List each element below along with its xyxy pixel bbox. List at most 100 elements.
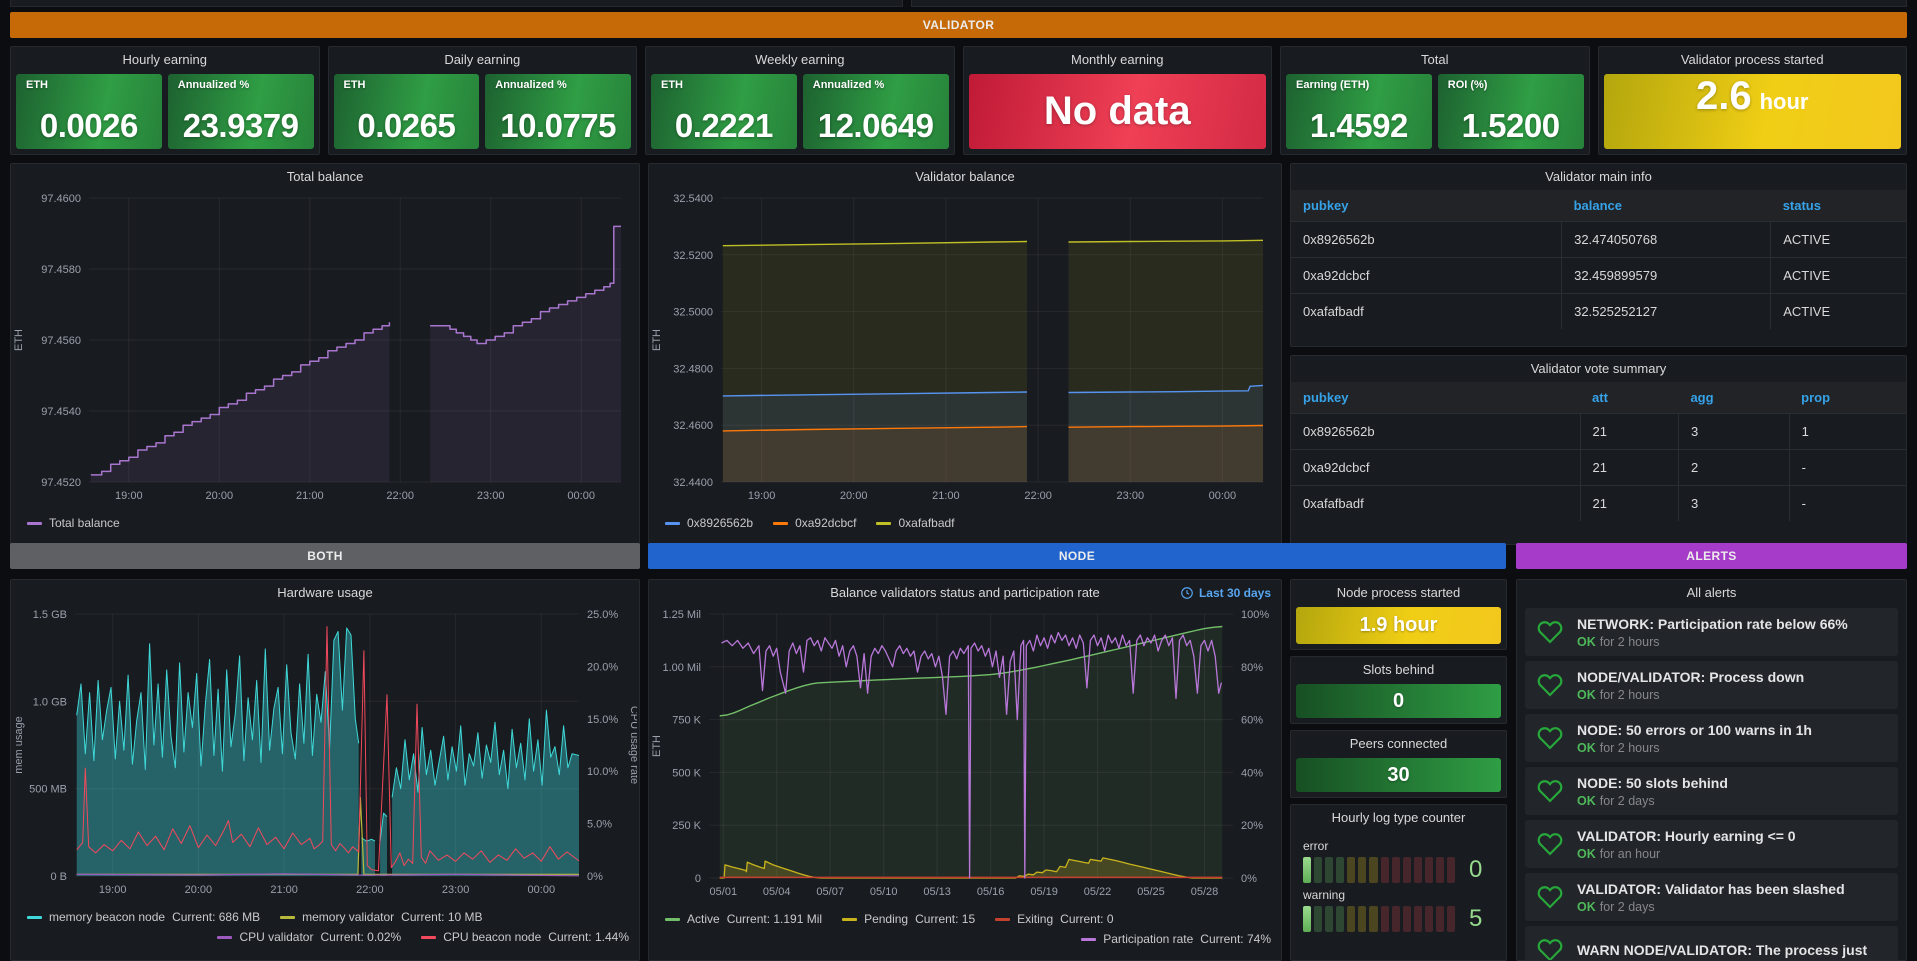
alert-item[interactable]: VALIDATOR: Hourly earning <= 0OKfor an h… [1525, 820, 1898, 868]
alert-item[interactable]: NODE/VALIDATOR: Process downOKfor 2 hour… [1525, 661, 1898, 709]
svg-text:20.0%: 20.0% [587, 661, 618, 673]
row-header-both[interactable]: BOTH [10, 543, 640, 569]
svg-text:0: 0 [695, 873, 701, 885]
gauge-cell [1436, 906, 1444, 932]
svg-text:97.4520: 97.4520 [41, 477, 81, 489]
alert-status: OKfor 2 hours [1577, 688, 1804, 702]
svg-text:250 K: 250 K [672, 820, 701, 832]
alert-item[interactable]: NODE: 50 errors or 100 warns in 1hOKfor … [1525, 714, 1898, 762]
stat-validator-process: 2.6 hour [1604, 74, 1902, 149]
cell: 0x8926562b [1291, 414, 1580, 450]
legend-item[interactable]: 0x8926562b [665, 516, 753, 530]
total-balance-chart[interactable]: 19:0020:0021:0022:0023:0000:0097.452097.… [11, 190, 637, 508]
panel-title-hourly-log-counter[interactable]: Hourly log type counter [1291, 805, 1506, 831]
column-header-pubkey[interactable]: pubkey [1291, 190, 1562, 222]
alerts-list: NETWORK: Participation rate below 66%OKf… [1517, 606, 1906, 961]
svg-text:32.4600: 32.4600 [673, 420, 713, 432]
column-header-balance[interactable]: balance [1562, 190, 1771, 222]
svg-text:05/04: 05/04 [763, 886, 791, 898]
panel-title-peers-connected[interactable]: Peers connected [1291, 731, 1506, 757]
legend-item[interactable]: memory beacon nodeCurrent: 686 MB [27, 910, 260, 924]
balance-validators-chart[interactable]: 05/0105/0405/0705/1005/1305/1605/1905/22… [649, 606, 1279, 904]
panel-title-hourly-earning[interactable]: Hourly earning [11, 47, 319, 73]
svg-text:32.4800: 32.4800 [673, 363, 713, 375]
gauge-cell [1314, 906, 1322, 932]
row-header-node[interactable]: NODE [648, 543, 1506, 569]
legend-item[interactable]: ActiveCurrent: 1.191 Mil [665, 912, 822, 926]
table-row: 0x8926562b2131 [1291, 414, 1906, 450]
panel-title-monthly-earning[interactable]: Monthly earning [964, 47, 1272, 73]
gauge-cell [1414, 906, 1422, 932]
panel-title-hardware-usage[interactable]: Hardware usage [11, 580, 639, 606]
panel-title-validator-main-info[interactable]: Validator main info [1291, 164, 1906, 190]
legend-item[interactable]: 0xa92dcbcf [773, 516, 856, 530]
svg-text:ETH: ETH [651, 735, 663, 757]
panel-title-validator-process-started[interactable]: Validator process started [1599, 47, 1907, 73]
legend-swatch [280, 916, 295, 919]
svg-text:32.5000: 32.5000 [673, 307, 713, 319]
panel-title-total-balance[interactable]: Total balance [11, 164, 639, 190]
legend-item[interactable]: Participation rateCurrent: 74% [1081, 932, 1271, 946]
hardware-usage-chart[interactable]: 19:0020:0021:0022:0023:0000:000 B500 MB1… [11, 606, 637, 902]
validator-vote-summary-table: pubkeyattaggprop0x8926562b21310xa92dcbcf… [1291, 382, 1906, 521]
row-header-validator[interactable]: VALIDATOR [10, 12, 1907, 38]
stat-total-roi: ROI (%) 1.5200 [1438, 74, 1584, 149]
panel-hourly-earning: Hourly earning ETH 0.0026 Annualized % 2… [10, 46, 320, 155]
alert-item[interactable]: NODE: 50 slots behindOKfor 2 days [1525, 767, 1898, 815]
heart-icon [1537, 937, 1563, 961]
alert-item[interactable]: NETWORK: Participation rate below 66%OKf… [1525, 608, 1898, 656]
panel-title-weekly-earning[interactable]: Weekly earning [646, 47, 954, 73]
column-header-status[interactable]: status [1771, 190, 1906, 222]
heart-icon [1537, 831, 1563, 857]
panel-slots-behind: Slots behind 0 [1290, 656, 1507, 724]
cell: - [1789, 486, 1906, 522]
cell: 2 [1678, 450, 1789, 486]
panel-title-balance-validators[interactable]: Balance validators status and participat… [830, 585, 1100, 600]
panel-title-validator-balance[interactable]: Validator balance [649, 164, 1281, 190]
row-header-alerts[interactable]: ALERTS [1516, 543, 1907, 569]
panel-title-validator-vote-summary[interactable]: Validator vote summary [1291, 356, 1906, 382]
validator-balance-chart[interactable]: 19:0020:0021:0022:0023:0000:0032.440032.… [649, 190, 1279, 508]
panel-title-total[interactable]: Total [1281, 47, 1589, 73]
peers-connected-value: 30 [1296, 758, 1501, 792]
alert-name: WARN NODE/VALIDATOR: The process just [1577, 942, 1867, 958]
alert-status: OKfor 2 hours [1577, 635, 1848, 649]
alert-item[interactable]: WARN NODE/VALIDATOR: The process just [1525, 926, 1898, 961]
heart-icon [1537, 884, 1563, 910]
column-header-pubkey[interactable]: pubkey [1291, 382, 1580, 414]
svg-text:40%: 40% [1241, 767, 1263, 779]
legend-item[interactable]: Total balance [27, 516, 120, 530]
legend-swatch [1081, 938, 1096, 941]
dashboard: VALIDATOR Hourly earning ETH 0.0026 Annu… [0, 0, 1917, 961]
legend-item[interactable]: CPU validatorCurrent: 0.02% [217, 930, 401, 944]
svg-text:19:00: 19:00 [99, 884, 127, 896]
panel-monthly-earning: Monthly earning No data [963, 46, 1273, 155]
panel-title-node-process-started[interactable]: Node process started [1291, 580, 1506, 606]
panel-title-all-alerts[interactable]: All alerts [1517, 580, 1906, 606]
column-header-att[interactable]: att [1580, 382, 1678, 414]
column-header-agg[interactable]: agg [1678, 382, 1789, 414]
svg-text:05/07: 05/07 [816, 886, 844, 898]
panel-title-slots-behind[interactable]: Slots behind [1291, 657, 1506, 683]
time-range-link[interactable]: Last 30 days [1180, 580, 1271, 606]
svg-text:500 MB: 500 MB [29, 784, 67, 796]
legend-item[interactable]: ExitingCurrent: 0 [995, 912, 1113, 926]
alert-item[interactable]: VALIDATOR: Validator has been slashedOKf… [1525, 873, 1898, 921]
column-header-prop[interactable]: prop [1789, 382, 1906, 414]
legend-item[interactable]: memory validatorCurrent: 10 MB [280, 910, 482, 924]
legend-swatch [876, 522, 891, 525]
stat-label: Annualized % [495, 79, 567, 91]
alert-name: VALIDATOR: Hourly earning <= 0 [1577, 828, 1796, 844]
svg-text:750 K: 750 K [672, 715, 701, 727]
gauge-cell [1369, 857, 1377, 883]
svg-text:19:00: 19:00 [115, 490, 143, 502]
legend-item[interactable]: 0xafafbadf [876, 516, 954, 530]
legend-item[interactable]: CPU beacon nodeCurrent: 1.44% [421, 930, 629, 944]
panel-title-daily-earning[interactable]: Daily earning [329, 47, 637, 73]
panel-total: Total Earning (ETH) 1.4592 ROI (%) 1.520… [1280, 46, 1590, 155]
svg-text:97.4600: 97.4600 [41, 193, 81, 205]
legend-item[interactable]: PendingCurrent: 15 [842, 912, 975, 926]
svg-text:1.5 GB: 1.5 GB [33, 609, 67, 621]
clock-icon [1180, 586, 1194, 600]
svg-text:00:00: 00:00 [567, 490, 595, 502]
